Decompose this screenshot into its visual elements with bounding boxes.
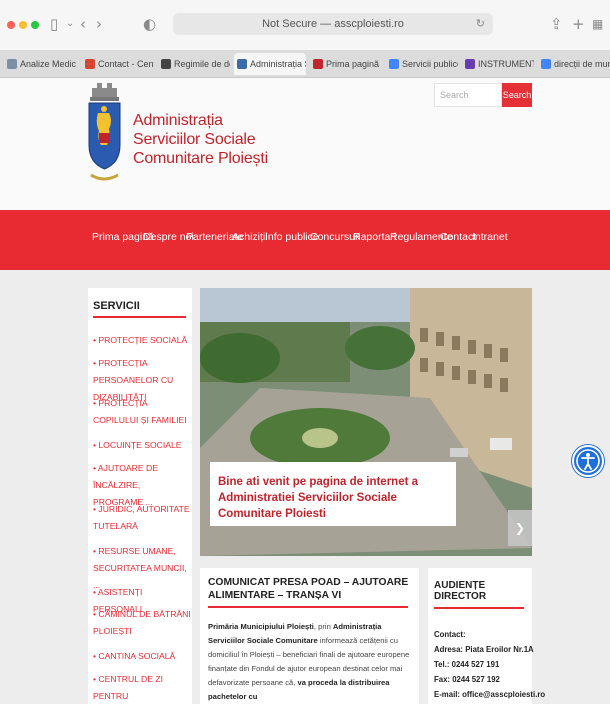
favicon-icon — [161, 59, 171, 69]
favicon-icon — [313, 59, 323, 69]
chevron-down-icon[interactable]: ⌄ — [66, 14, 74, 34]
forward-icon[interactable]: › — [96, 14, 102, 34]
panel-title: AUDIENȚE DIRECTOR — [434, 580, 487, 602]
director-audience-panel: AUDIENȚE DIRECTOR Contact: Adresa: Piata… — [428, 568, 545, 704]
address-text: Not Secure — asscploiesti.ro — [262, 18, 404, 30]
search-button[interactable]: Search — [502, 83, 532, 107]
contact-label: Contact: — [434, 630, 466, 639]
nav-item-contact[interactable]: Contact — [440, 231, 476, 243]
sidebar-item-juridic[interactable]: • Juridic, autoritate tutelară — [93, 501, 191, 535]
article-excerpt: Primăria Municipiului Ploiești, prin Adm… — [208, 622, 410, 701]
address-text: Adresa: Piata Eroilor Nr.1A — [434, 645, 534, 654]
article-title[interactable]: COMUNICAT PRESA POAD – AJUTOARE ALIMENTA… — [208, 576, 418, 602]
tab-bar: Analize Medicale... Contact - Centr... R… — [0, 50, 610, 78]
sidebar-toggle-icon[interactable]: ▯ — [50, 14, 58, 34]
hero-slider[interactable]: Bine ati venit pe pagina de internet a A… — [200, 288, 532, 556]
slider-next-arrow[interactable]: ❯ — [508, 510, 532, 546]
accessibility-button[interactable] — [572, 445, 604, 477]
nav-item-achizitii[interactable]: Achiziții — [232, 231, 268, 243]
phone-text: Tel.: 0244 527 191 — [434, 660, 500, 669]
tab[interactable]: Contact - Centr... — [82, 53, 154, 75]
page-content: Administrația Serviciilor Sociale Comuni… — [0, 78, 610, 704]
accessibility-icon — [576, 449, 600, 473]
tab[interactable]: Servicii publice e... — [386, 53, 458, 75]
favicon-icon — [7, 59, 17, 69]
news-article: COMUNICAT PRESA POAD – AJUTOARE ALIMENTA… — [200, 568, 419, 704]
divider — [93, 316, 186, 318]
sidebar-item-protectia-copilului[interactable]: • Protecția copilului și familiei — [93, 395, 191, 429]
email-link[interactable]: E-mail: office@asscploiesti.ro — [434, 687, 545, 702]
fax-text: Fax: 0244 527 192 — [434, 675, 500, 684]
maximize-window-button[interactable] — [31, 21, 39, 29]
favicon-icon — [541, 59, 551, 69]
favicon-icon — [85, 59, 95, 69]
sidebar-title: SERVICII — [93, 300, 140, 312]
tab[interactable]: Prima pagină — [310, 53, 382, 75]
favicon-icon — [237, 59, 247, 69]
tab[interactable]: direcții de munc... — [538, 53, 610, 75]
sidebar-item-locuinte-sociale[interactable]: • Locuințe sociale — [93, 437, 191, 454]
tab[interactable]: INSTRUMENTE... — [462, 53, 534, 75]
favicon-icon — [465, 59, 475, 69]
sidebar-item-caminul-batrani[interactable]: • Căminul de bătrâni Ploiești — [93, 606, 191, 640]
minimize-window-button[interactable] — [19, 21, 27, 29]
hero-caption[interactable]: Bine ati venit pe pagina de internet a A… — [210, 462, 456, 526]
back-icon[interactable]: ‹ — [80, 14, 86, 34]
nav-item-intranet[interactable]: Intranet — [472, 231, 508, 243]
search-input[interactable]: Search — [434, 83, 502, 107]
sidebar-item-cantina-sociala[interactable]: • Cantina socială — [93, 648, 191, 665]
browser-toolbar: ▯ ⌄ ‹ › ◐ Not Secure — asscploiesti.ro ↻… — [0, 0, 610, 50]
reload-icon[interactable]: ↻ — [476, 13, 485, 35]
main-nav: Prima pagină Despre noi Parteneriate Ach… — [0, 210, 610, 270]
site-title[interactable]: Administrația Serviciilor Sociale Comuni… — [133, 111, 268, 168]
tab-active[interactable]: Administrația Ser... — [234, 53, 306, 75]
favicon-icon — [389, 59, 399, 69]
tab[interactable]: Regimile de dez... — [158, 53, 230, 75]
share-icon[interactable]: ⇪ — [550, 14, 563, 34]
services-sidebar: SERVICII • Protecție socială • Protecția… — [88, 288, 192, 704]
address-bar[interactable]: Not Secure — asscploiesti.ro ↻ — [173, 13, 493, 35]
new-tab-icon[interactable]: + — [572, 14, 585, 34]
tab[interactable]: Analize Medicale... — [4, 53, 76, 75]
sidebar-item-centrul-de-zi[interactable]: • Centrul de zi pentru — [93, 671, 191, 704]
sidebar-item-protectie-sociala[interactable]: • Protecție socială — [93, 332, 191, 349]
divider — [208, 606, 408, 608]
site-header: Administrația Serviciilor Sociale Comuni… — [0, 78, 610, 210]
close-window-button[interactable] — [7, 21, 15, 29]
privacy-shield-icon[interactable]: ◐ — [143, 14, 156, 34]
coat-of-arms-logo[interactable] — [87, 83, 122, 189]
tab-overview-icon[interactable]: ▦ — [592, 14, 603, 34]
